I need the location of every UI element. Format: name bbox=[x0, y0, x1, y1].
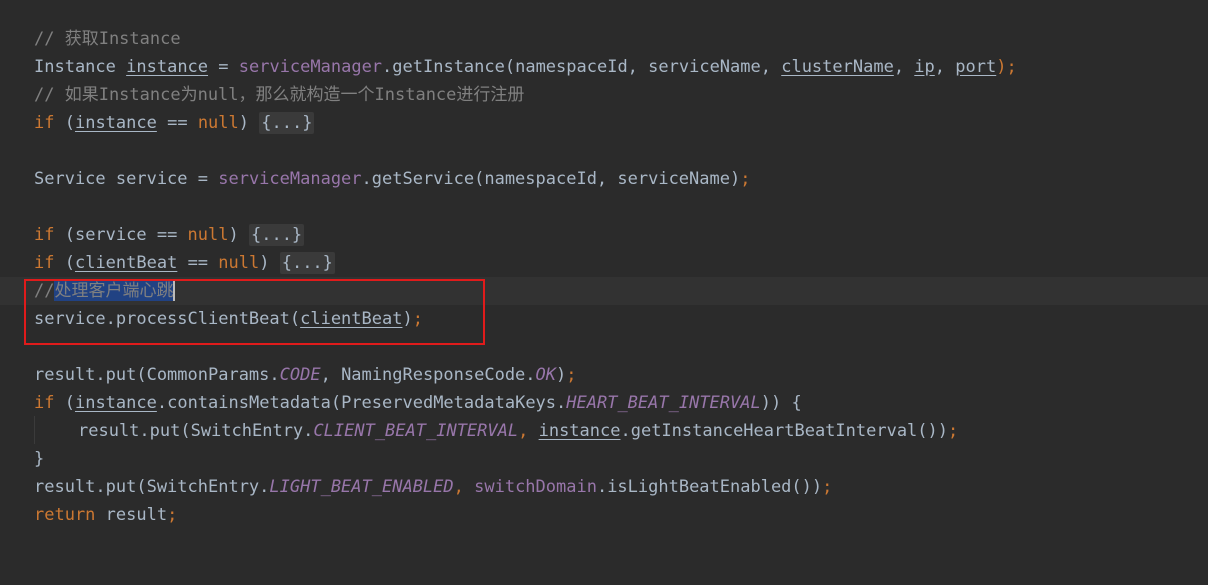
keyword: if bbox=[34, 225, 55, 245]
code-line-4[interactable]: if (instance == null) {...} bbox=[0, 109, 1208, 137]
code-line-1[interactable]: // 获取Instance bbox=[0, 25, 1208, 53]
code-line-6[interactable]: Service service = serviceManager.getServ… bbox=[0, 165, 1208, 193]
method-call: .getService(namespaceId, serviceName) bbox=[361, 169, 741, 189]
field-ref: switchDomain bbox=[474, 477, 597, 497]
separator: , bbox=[934, 57, 956, 77]
keyword: if bbox=[34, 253, 55, 273]
code-line-14[interactable]: if (instance.containsMetadata(PreservedM… bbox=[0, 389, 1208, 417]
operator: = bbox=[208, 57, 239, 77]
constant: OK bbox=[535, 365, 557, 385]
field-ref: serviceManager bbox=[238, 57, 383, 77]
constant: LIGHT_BEAT_ENABLED bbox=[269, 477, 454, 497]
field-ref: serviceManager bbox=[218, 169, 362, 189]
comma: , bbox=[518, 421, 539, 441]
statement-end: ); bbox=[996, 57, 1017, 77]
keyword: null bbox=[197, 113, 239, 133]
semicolon: ; bbox=[822, 477, 833, 497]
semicolon: ; bbox=[167, 505, 178, 525]
keyword: null bbox=[187, 225, 229, 245]
return-value: result bbox=[95, 505, 168, 525]
comma: , bbox=[453, 477, 475, 497]
local-variable: instance bbox=[538, 421, 621, 441]
paren: ) bbox=[238, 113, 260, 133]
separator: , bbox=[893, 57, 915, 77]
param-ref: clusterName bbox=[781, 57, 894, 77]
paren: ) bbox=[556, 365, 567, 385]
semicolon: ; bbox=[566, 365, 577, 385]
code-line-17[interactable]: result.put(SwitchEntry.LIGHT_BEAT_ENABLE… bbox=[0, 473, 1208, 501]
code-line-15[interactable]: result.put(SwitchEntry.CLIENT_BEAT_INTER… bbox=[0, 417, 1208, 445]
code-editor[interactable]: // 获取Instance Instance instance = servic… bbox=[0, 0, 1208, 538]
paren: ( bbox=[54, 393, 75, 413]
semicolon: ; bbox=[740, 169, 751, 189]
operator: == bbox=[156, 113, 198, 133]
keyword: if bbox=[34, 393, 55, 413]
param-ref: port bbox=[955, 57, 997, 77]
paren: ) bbox=[228, 225, 249, 245]
local-variable: instance bbox=[126, 57, 209, 77]
fold-placeholder[interactable]: {...} bbox=[248, 224, 305, 246]
paren: ( bbox=[54, 253, 75, 273]
local-variable: clientBeat bbox=[74, 253, 178, 273]
keyword: null bbox=[218, 253, 260, 273]
method-call: result.put(CommonParams. bbox=[34, 365, 280, 385]
constant: HEART_BEAT_INTERVAL bbox=[566, 393, 761, 413]
paren: ( bbox=[54, 113, 75, 133]
keyword: return bbox=[34, 505, 96, 525]
code-line-8[interactable]: if (service == null) {...} bbox=[0, 221, 1208, 249]
paren: ) bbox=[259, 253, 280, 273]
semicolon: ; bbox=[948, 421, 959, 441]
method-call: .containsMetadata(PreservedMetadataKeys. bbox=[156, 393, 567, 413]
code-line-3[interactable]: // 如果Instance为null，那么就构造一个Instance进行注册 bbox=[0, 81, 1208, 109]
condition: (service == bbox=[54, 225, 188, 245]
type-name: Instance bbox=[34, 57, 116, 77]
keyword: if bbox=[34, 113, 55, 133]
declaration: Service service = bbox=[34, 169, 219, 189]
code-line-2[interactable]: Instance instance = serviceManager.getIn… bbox=[0, 53, 1208, 81]
method-call: .getInstanceHeartBeatInterval()) bbox=[620, 421, 948, 441]
method-call: .getInstance(namespaceId, serviceName, bbox=[382, 57, 782, 77]
method-call: result.put(SwitchEntry. bbox=[78, 421, 314, 441]
comment: // 获取Instance bbox=[34, 29, 181, 49]
annotation-highlight-box bbox=[24, 279, 485, 345]
constant: CODE bbox=[279, 365, 321, 385]
code-line-16[interactable]: } bbox=[0, 445, 1208, 473]
closing-brace: } bbox=[34, 449, 45, 469]
argument: , NamingResponseCode. bbox=[320, 365, 536, 385]
comment: // 如果Instance为null，那么就构造一个Instance进行注册 bbox=[34, 85, 525, 105]
paren: )) { bbox=[760, 393, 802, 413]
code-line-18[interactable]: return result; bbox=[0, 501, 1208, 529]
local-variable: instance bbox=[74, 393, 157, 413]
operator: == bbox=[177, 253, 219, 273]
fold-placeholder[interactable]: {...} bbox=[259, 112, 315, 134]
fold-placeholder[interactable]: {...} bbox=[279, 252, 335, 274]
code-line-9[interactable]: if (clientBeat == null) {...} bbox=[0, 249, 1208, 277]
code-line-13[interactable]: result.put(CommonParams.CODE, NamingResp… bbox=[0, 361, 1208, 389]
param-ref: ip bbox=[914, 57, 935, 77]
method-call: .isLightBeatEnabled()) bbox=[596, 477, 823, 497]
method-call: result.put(SwitchEntry. bbox=[34, 477, 270, 497]
local-variable: instance bbox=[74, 113, 157, 133]
constant: CLIENT_BEAT_INTERVAL bbox=[313, 421, 519, 441]
